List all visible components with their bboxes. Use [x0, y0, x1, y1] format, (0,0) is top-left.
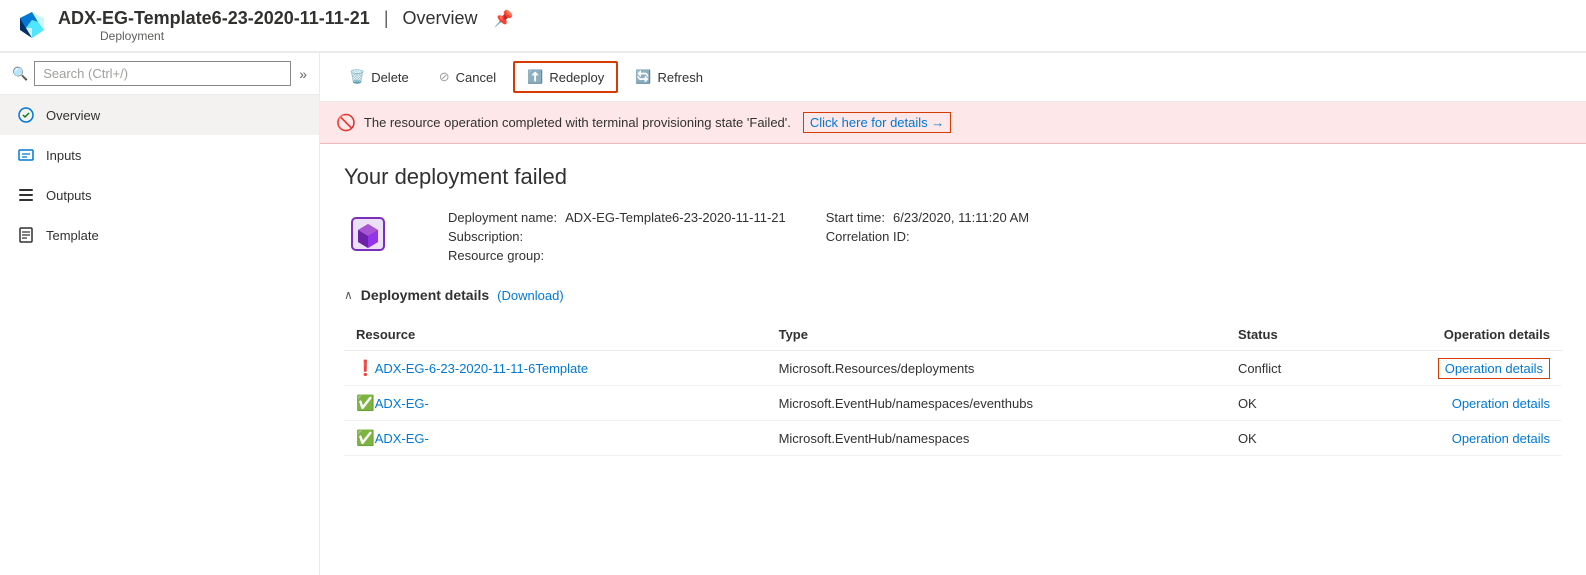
deployment-fields-left: Deployment name: ADX-EG-Template6-23-202…	[448, 210, 786, 263]
col-type: Type	[767, 319, 1226, 351]
cell-type: Microsoft.EventHub/namespaces/eventhubs	[767, 386, 1226, 421]
cell-type: Microsoft.EventHub/namespaces	[767, 421, 1226, 456]
sidebar: 🔍 » Overview Inputs Outputs	[0, 53, 320, 575]
col-resource: Resource	[344, 319, 767, 351]
alert-message: The resource operation completed with te…	[364, 115, 791, 130]
refresh-icon: 🔄	[635, 69, 651, 85]
search-icon: 🔍	[12, 66, 28, 82]
deployment-name-label: Deployment name:	[448, 210, 557, 225]
field-resource-group: Resource group:	[448, 248, 786, 263]
inputs-icon	[16, 145, 36, 165]
download-link[interactable]: (Download)	[497, 288, 563, 303]
alert-error-icon: 🚫	[336, 113, 356, 133]
cell-operation-details: Operation details	[1337, 421, 1562, 456]
sidebar-item-template-label: Template	[46, 228, 99, 243]
operation-details-link[interactable]: Operation details	[1438, 358, 1550, 379]
field-start-time: Start time: 6/23/2020, 11:11:20 AM	[826, 210, 1029, 225]
operation-details-link[interactable]: Operation details	[1452, 431, 1550, 446]
field-correlation-id: Correlation ID:	[826, 229, 1029, 244]
details-section-header: ∧ Deployment details (Download)	[344, 287, 1562, 303]
field-deployment-name: Deployment name: ADX-EG-Template6-23-202…	[448, 210, 786, 225]
sidebar-item-overview[interactable]: Overview	[0, 95, 319, 135]
start-time-value: 6/23/2020, 11:11:20 AM	[893, 210, 1029, 225]
row-success-icon: ✅	[356, 394, 375, 412]
redeploy-label: Redeploy	[549, 70, 604, 85]
deployment-name-value: ADX-EG-Template6-23-2020-11-11-21	[565, 210, 786, 225]
redeploy-button[interactable]: ⬆️ Redeploy	[513, 61, 618, 93]
cell-operation-details: Operation details	[1337, 386, 1562, 421]
delete-icon: 🗑️	[349, 69, 365, 85]
cell-type: Microsoft.Resources/deployments	[767, 351, 1226, 386]
sidebar-item-outputs-label: Outputs	[46, 188, 92, 203]
alert-details-link[interactable]: Click here for details →	[803, 112, 951, 133]
cell-resource: ❗ ADX-EG-6-23-2020-11-11-6Template	[344, 351, 767, 386]
refresh-button[interactable]: 🔄 Refresh	[622, 62, 716, 92]
table-row: ✅ ADX-EG- Microsoft.EventHub/namespaces/…	[344, 386, 1562, 421]
chevron-up-icon[interactable]: ∧	[344, 288, 353, 302]
col-operation-details: Operation details	[1337, 319, 1562, 351]
collapse-button[interactable]: »	[299, 66, 307, 82]
template-icon	[16, 225, 36, 245]
search-input[interactable]	[34, 61, 291, 86]
cell-status: Conflict	[1226, 351, 1337, 386]
row-error-icon: ❗	[356, 359, 375, 377]
cancel-label: Cancel	[456, 70, 496, 85]
search-container: 🔍 »	[0, 53, 319, 95]
table-header-row: Resource Type Status Operation details	[344, 319, 1562, 351]
deployment-table: Resource Type Status Operation details ❗…	[344, 319, 1562, 456]
sidebar-item-inputs[interactable]: Inputs	[0, 135, 319, 175]
alert-banner: 🚫 The resource operation completed with …	[320, 102, 1586, 144]
page-subtitle: Overview	[403, 8, 478, 29]
nav-items: Overview Inputs Outputs Template	[0, 95, 319, 575]
sidebar-item-outputs[interactable]: Outputs	[0, 175, 319, 215]
field-subscription: Subscription:	[448, 229, 786, 244]
table-row: ✅ ADX-EG- Microsoft.EventHub/namespaces …	[344, 421, 1562, 456]
page-title: ADX-EG-Template6-23-2020-11-11-21	[58, 8, 370, 29]
details-section-title: Deployment details	[361, 287, 489, 303]
operation-details-link[interactable]: Operation details	[1452, 396, 1550, 411]
row-success-icon: ✅	[356, 429, 375, 447]
col-status: Status	[1226, 319, 1337, 351]
cell-status: OK	[1226, 386, 1337, 421]
resource-link[interactable]: ADX-EG-6-23-2020-11-11-6Template	[375, 361, 588, 376]
refresh-label: Refresh	[657, 70, 703, 85]
outputs-icon	[16, 185, 36, 205]
overview-icon	[16, 105, 36, 125]
cell-resource: ✅ ADX-EG-	[344, 421, 767, 456]
toolbar: 🗑️ Delete ⊘ Cancel ⬆️ Redeploy 🔄 Refresh	[320, 53, 1586, 102]
cancel-icon: ⊘	[439, 69, 450, 85]
cell-status: OK	[1226, 421, 1337, 456]
resource-link[interactable]: ADX-EG-	[375, 431, 429, 446]
deployment-info: Deployment name: ADX-EG-Template6-23-202…	[344, 210, 1562, 263]
pin-icon[interactable]: 📌	[494, 9, 514, 29]
page-body: Your deployment failed Deployment n	[320, 144, 1586, 476]
resource-group-label: Resource group:	[448, 248, 544, 263]
resource-type-label: Deployment	[100, 29, 513, 43]
deployment-cube-icon	[344, 210, 392, 258]
resource-link[interactable]: ADX-EG-	[375, 396, 429, 411]
correlation-label: Correlation ID:	[826, 229, 910, 244]
azure-logo	[16, 10, 48, 42]
sidebar-item-template[interactable]: Template	[0, 215, 319, 255]
delete-label: Delete	[371, 70, 409, 85]
start-time-label: Start time:	[826, 210, 885, 225]
cell-resource: ✅ ADX-EG-	[344, 386, 767, 421]
cancel-button[interactable]: ⊘ Cancel	[426, 62, 509, 92]
subscription-label: Subscription:	[448, 229, 523, 244]
title-separator: |	[384, 8, 389, 29]
cell-operation-details: Operation details	[1337, 351, 1562, 386]
sidebar-item-overview-label: Overview	[46, 108, 100, 123]
deployment-fields-right: Start time: 6/23/2020, 11:11:20 AM Corre…	[826, 210, 1029, 263]
sidebar-item-inputs-label: Inputs	[46, 148, 81, 163]
redeploy-icon: ⬆️	[527, 69, 543, 85]
delete-button[interactable]: 🗑️ Delete	[336, 62, 422, 92]
main-content: 🗑️ Delete ⊘ Cancel ⬆️ Redeploy 🔄 Refresh…	[320, 53, 1586, 575]
deployment-failed-title: Your deployment failed	[344, 164, 1562, 190]
table-row: ❗ ADX-EG-6-23-2020-11-11-6Template Micro…	[344, 351, 1562, 386]
